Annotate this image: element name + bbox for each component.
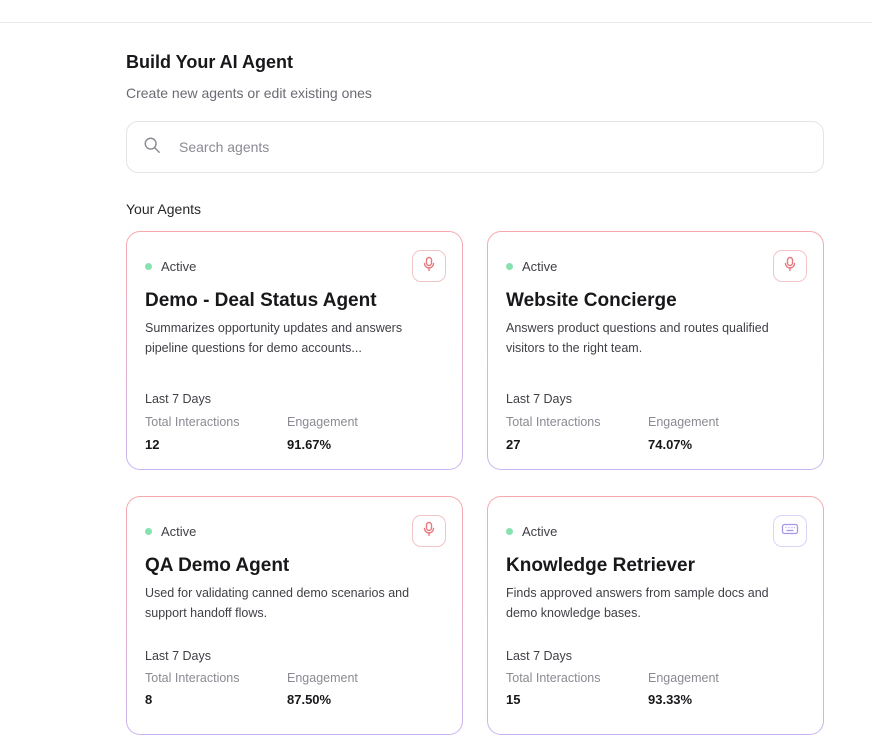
status-dot: [506, 528, 513, 535]
interactions-label: Total Interactions: [145, 671, 240, 685]
period-label: Last 7 Days: [145, 392, 212, 406]
agent-description: Summarizes opportunity updates and answe…: [145, 321, 403, 355]
status-label: Active: [522, 259, 558, 274]
agent-name[interactable]: QA Demo Agent: [145, 555, 289, 577]
interactions-value: 12: [145, 437, 160, 452]
engagement-value: 87.50%: [287, 692, 332, 707]
engagement-value: 74.07%: [648, 437, 693, 452]
agent-card[interactable]: Active Knowledge Retriever Finds approve…: [487, 496, 824, 735]
engagement-value: 91.67%: [287, 437, 332, 452]
status-badge: Active: [506, 524, 557, 539]
engagement-value: 93.33%: [648, 692, 693, 707]
interactions-label: Total Interactions: [506, 671, 601, 685]
agent-name[interactable]: Demo - Deal Status Agent: [145, 290, 377, 312]
period-label: Last 7 Days: [506, 649, 573, 663]
voice-agent-button[interactable]: [773, 250, 807, 282]
interactions-value: 8: [145, 692, 153, 707]
engagement-label: Engagement: [648, 415, 719, 429]
agent-description: Finds approved answers from sample docs …: [506, 586, 769, 620]
agent-description: Answers product questions and routes qua…: [506, 321, 769, 355]
page-subtitle: Create new agents or edit existing ones: [126, 85, 372, 101]
agent-name[interactable]: Website Concierge: [506, 290, 677, 312]
status-dot: [145, 528, 152, 535]
status-badge: Active: [145, 259, 196, 274]
search-box[interactable]: [126, 121, 824, 173]
voice-agent-button[interactable]: [412, 250, 446, 282]
engagement-label: Engagement: [287, 415, 358, 429]
engagement-label: Engagement: [287, 671, 358, 685]
status-dot: [506, 263, 513, 270]
period-label: Last 7 Days: [506, 392, 573, 406]
voice-agent-button[interactable]: [412, 515, 446, 547]
period-label: Last 7 Days: [145, 649, 212, 663]
interactions-label: Total Interactions: [506, 415, 601, 429]
interactions-value: 27: [506, 437, 521, 452]
status-badge: Active: [506, 259, 557, 274]
status-label: Active: [161, 259, 197, 274]
engagement-label: Engagement: [648, 671, 719, 685]
status-dot: [145, 263, 152, 270]
agent-name[interactable]: Knowledge Retriever: [506, 555, 695, 577]
agent-card[interactable]: Active Website Concierge Answers product…: [487, 231, 824, 470]
status-label: Active: [161, 524, 197, 539]
search-icon: [143, 136, 161, 159]
status-badge: Active: [145, 524, 196, 539]
top-divider: [0, 22, 872, 23]
agent-card[interactable]: Active Demo - Deal Status Agent Summariz…: [126, 231, 463, 470]
chat-agent-button[interactable]: [773, 515, 807, 547]
section-title: Your Agents: [126, 201, 201, 217]
keyboard-icon: [781, 522, 799, 541]
microphone-icon: [421, 521, 437, 542]
status-label: Active: [522, 524, 558, 539]
page-title: Build Your AI Agent: [126, 52, 293, 72]
microphone-icon: [421, 256, 437, 277]
interactions-label: Total Interactions: [145, 415, 240, 429]
interactions-value: 15: [506, 692, 521, 707]
agent-description: Used for validating canned demo scenario…: [145, 586, 410, 620]
search-input[interactable]: [179, 139, 779, 155]
agent-card[interactable]: Active QA Demo Agent Used for validating…: [126, 496, 463, 735]
microphone-icon: [782, 256, 798, 277]
